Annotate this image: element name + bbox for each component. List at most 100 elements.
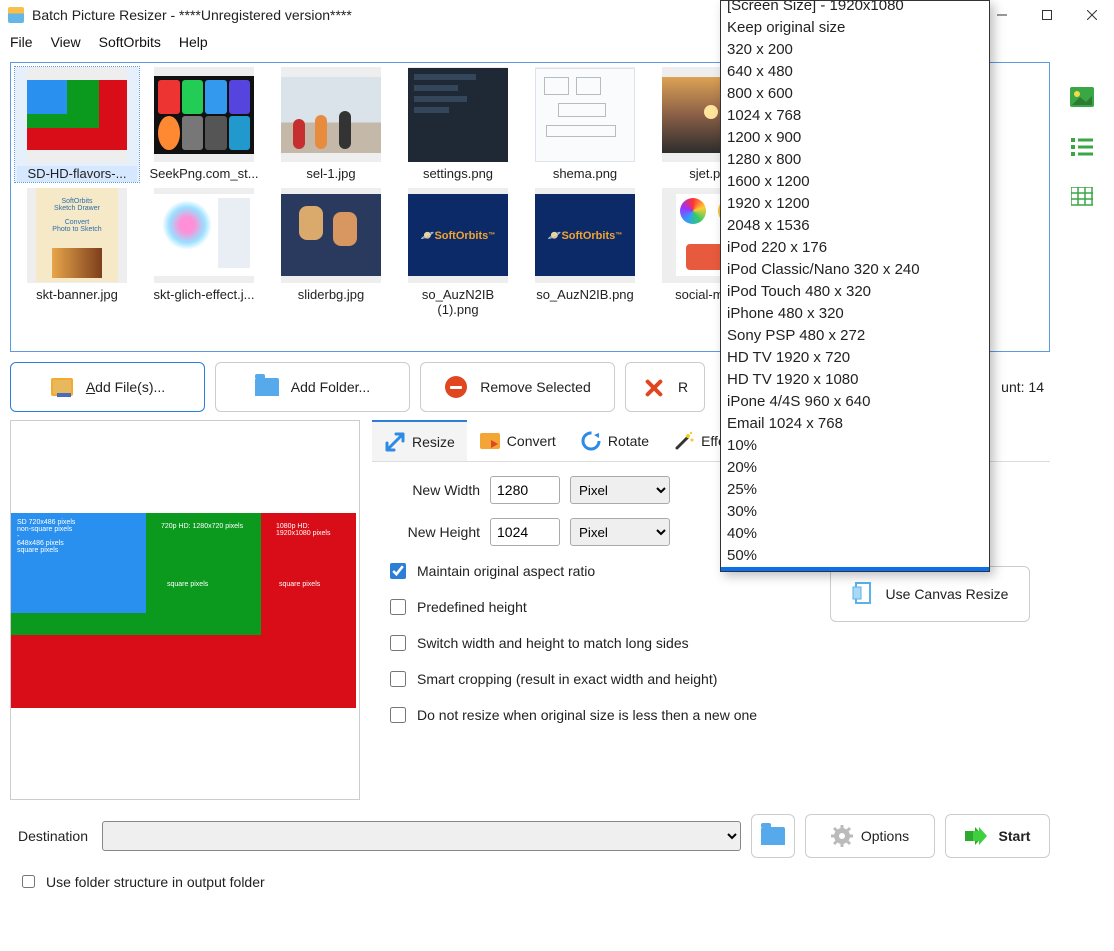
view-thumbnails-button[interactable] bbox=[1069, 84, 1095, 110]
remove-selected-button[interactable]: Remove Selected bbox=[420, 362, 615, 412]
thumbnail-item[interactable]: SeekPng.com_st... bbox=[142, 67, 266, 182]
thumbnail-image bbox=[281, 188, 381, 283]
dropdown-option[interactable]: 1920 x 1200 bbox=[721, 193, 989, 215]
remove-all-button[interactable]: R bbox=[625, 362, 705, 412]
tab-resize[interactable]: Resize bbox=[372, 420, 467, 461]
thumbnail-item[interactable]: shema.png bbox=[523, 67, 647, 182]
dropdown-option[interactable]: 50% bbox=[721, 545, 989, 567]
convert-icon bbox=[479, 430, 501, 452]
thumbnail-image bbox=[154, 188, 254, 283]
dropdown-option[interactable]: iPod Classic/Nano 320 x 240 bbox=[721, 259, 989, 281]
destination-input[interactable] bbox=[102, 821, 741, 851]
dropdown-option[interactable]: 10% bbox=[721, 435, 989, 457]
dropdown-option[interactable]: 60% bbox=[721, 567, 989, 572]
dropdown-option[interactable]: HD TV 1920 x 1080 bbox=[721, 369, 989, 391]
canvas-resize-button[interactable]: Use Canvas Resize bbox=[830, 566, 1030, 622]
add-files-button[interactable]: Add File(s)... bbox=[10, 362, 205, 412]
dropdown-option[interactable]: 1024 x 768 bbox=[721, 105, 989, 127]
dropdown-option[interactable]: Sony PSP 480 x 272 bbox=[721, 325, 989, 347]
remove-all-label: R bbox=[678, 379, 688, 395]
tab-convert-label: Convert bbox=[507, 433, 556, 449]
folder-open-icon bbox=[761, 827, 785, 845]
view-details-button[interactable] bbox=[1069, 184, 1095, 210]
remove-icon bbox=[444, 375, 468, 399]
start-button[interactable]: Start bbox=[945, 814, 1050, 858]
smart-crop-checkbox[interactable] bbox=[390, 671, 406, 687]
close-button[interactable] bbox=[1069, 0, 1114, 30]
tab-convert[interactable]: Convert bbox=[467, 420, 568, 461]
window-title: Batch Picture Resizer - ****Unregistered… bbox=[32, 7, 352, 23]
effects-icon bbox=[673, 430, 695, 452]
view-list-button[interactable] bbox=[1069, 134, 1095, 160]
menu-view[interactable]: View bbox=[51, 34, 81, 50]
predef-height-label: Predefined height bbox=[417, 599, 527, 615]
destination-label: Destination bbox=[10, 828, 92, 844]
size-preset-dropdown[interactable]: [Screen Size] - 1920x1080Keep original s… bbox=[720, 0, 990, 572]
menu-softorbits[interactable]: SoftOrbits bbox=[99, 34, 161, 50]
switch-wh-checkbox[interactable] bbox=[390, 635, 406, 651]
dropdown-option[interactable]: Email 1024 x 768 bbox=[721, 413, 989, 435]
dropdown-option[interactable]: [Screen Size] - 1920x1080 bbox=[721, 0, 989, 17]
dropdown-option[interactable]: 40% bbox=[721, 523, 989, 545]
dropdown-option[interactable]: 1280 x 800 bbox=[721, 149, 989, 171]
dropdown-option[interactable]: 20% bbox=[721, 457, 989, 479]
options-button[interactable]: Options bbox=[805, 814, 935, 858]
maintain-aspect-checkbox[interactable] bbox=[390, 563, 406, 579]
maximize-button[interactable] bbox=[1024, 0, 1069, 30]
dropdown-option[interactable]: 1600 x 1200 bbox=[721, 171, 989, 193]
thumbnail-label: skt-banner.jpg bbox=[17, 287, 137, 303]
thumbnail-image bbox=[27, 67, 127, 162]
folder-structure-checkbox[interactable] bbox=[22, 875, 35, 888]
dropdown-option[interactable]: iPod Touch 480 x 320 bbox=[721, 281, 989, 303]
view-toolbar bbox=[1060, 84, 1104, 210]
gear-icon bbox=[831, 825, 853, 847]
thumbnail-image bbox=[154, 67, 254, 162]
new-width-unit[interactable]: Pixel bbox=[570, 476, 670, 504]
dropdown-option[interactable]: iPone 4/4S 960 x 640 bbox=[721, 391, 989, 413]
maintain-aspect-label: Maintain original aspect ratio bbox=[417, 563, 595, 579]
new-height-input[interactable] bbox=[490, 518, 560, 546]
dropdown-option[interactable]: iPod 220 x 176 bbox=[721, 237, 989, 259]
dropdown-option[interactable]: 2048 x 1536 bbox=[721, 215, 989, 237]
app-icon bbox=[8, 7, 24, 23]
dropdown-option[interactable]: 1200 x 900 bbox=[721, 127, 989, 149]
thumbnail-image bbox=[408, 67, 508, 162]
tab-rotate[interactable]: Rotate bbox=[568, 420, 661, 461]
options-label: Options bbox=[861, 828, 909, 844]
thumbnail-item[interactable]: 🪐SoftOrbits™so_AuzN2IB.png bbox=[523, 188, 647, 318]
dropdown-option[interactable]: 30% bbox=[721, 501, 989, 523]
no-resize-smaller-label: Do not resize when original size is less… bbox=[417, 707, 757, 723]
thumbnail-item[interactable]: sliderbg.jpg bbox=[269, 188, 393, 318]
new-height-unit[interactable]: Pixel bbox=[570, 518, 670, 546]
thumbnail-label: sliderbg.jpg bbox=[271, 287, 391, 303]
new-width-input[interactable] bbox=[490, 476, 560, 504]
thumbnail-item[interactable]: sel-1.jpg bbox=[269, 67, 393, 182]
menu-help[interactable]: Help bbox=[179, 34, 208, 50]
switch-wh-label: Switch width and height to match long si… bbox=[417, 635, 689, 651]
predef-height-checkbox[interactable] bbox=[390, 599, 406, 615]
dropdown-option[interactable]: 25% bbox=[721, 479, 989, 501]
browse-destination-button[interactable] bbox=[751, 814, 795, 858]
dropdown-option[interactable]: HD TV 1920 x 720 bbox=[721, 347, 989, 369]
canvas-icon bbox=[852, 580, 876, 609]
dropdown-option[interactable]: iPhone 480 x 320 bbox=[721, 303, 989, 325]
preview-pane: SD 720x486 pixelsnon-square pixels-648x4… bbox=[10, 420, 360, 800]
preview-image: SD 720x486 pixelsnon-square pixels-648x4… bbox=[11, 513, 356, 708]
thumbnail-item[interactable]: skt-glich-effect.j... bbox=[142, 188, 266, 318]
thumbnail-item[interactable]: settings.png bbox=[396, 67, 520, 182]
remove-selected-label: Remove Selected bbox=[480, 379, 591, 395]
menu-file[interactable]: File bbox=[10, 34, 33, 50]
thumbnail-item[interactable]: SD-HD-flavors-... bbox=[15, 67, 139, 182]
dropdown-option[interactable]: 320 x 200 bbox=[721, 39, 989, 61]
start-label: Start bbox=[999, 828, 1031, 844]
thumbnail-item[interactable]: 🪐SoftOrbits™so_AuzN2IB(1).png bbox=[396, 188, 520, 318]
dropdown-option[interactable]: Keep original size bbox=[721, 17, 989, 39]
dropdown-option[interactable]: 640 x 480 bbox=[721, 61, 989, 83]
thumbnail-image bbox=[281, 67, 381, 162]
add-folder-button[interactable]: Add Folder... bbox=[215, 362, 410, 412]
dropdown-option[interactable]: 800 x 600 bbox=[721, 83, 989, 105]
no-resize-smaller-checkbox[interactable] bbox=[390, 707, 406, 723]
thumbnail-label: SeekPng.com_st... bbox=[144, 166, 264, 182]
thumbnail-item[interactable]: SoftOrbitsSketch DrawerConvertPhoto to S… bbox=[15, 188, 139, 318]
tab-resize-label: Resize bbox=[412, 434, 455, 450]
